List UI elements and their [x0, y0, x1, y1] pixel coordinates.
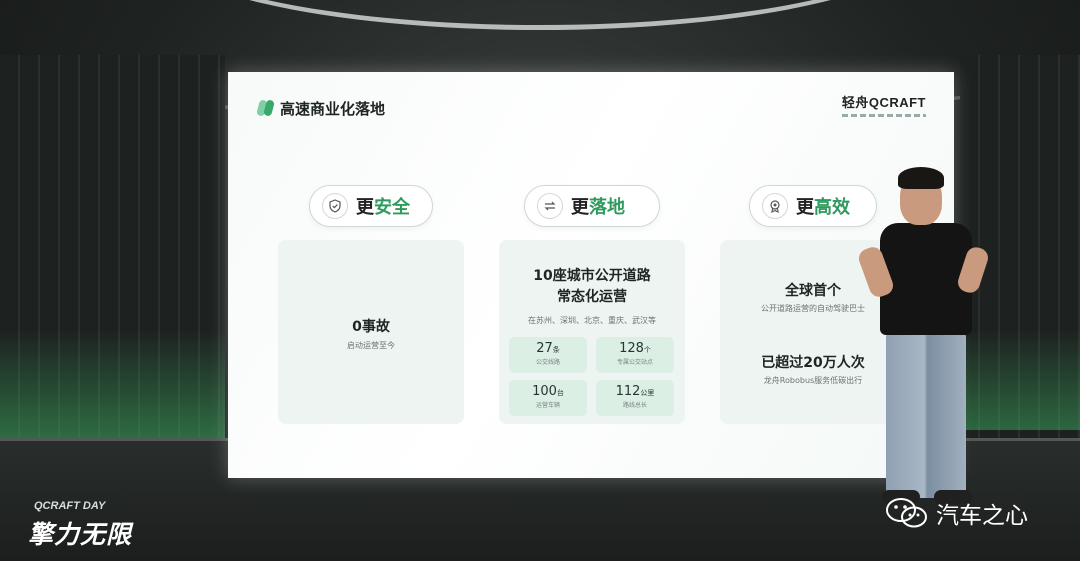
- watermark: 汽车之心: [884, 496, 1028, 530]
- stat-value: 128个: [619, 341, 651, 356]
- stat-value: 100台: [532, 384, 564, 399]
- stat-caption: 公交线路: [535, 359, 560, 366]
- watermark-text: 汽车之心: [936, 503, 1028, 529]
- safety-headline: 0事故: [352, 319, 390, 335]
- medal-icon: [762, 193, 788, 219]
- safety-subtext: 启动运营至今: [347, 341, 395, 350]
- landing-cities: 在苏州、深圳、北京、重庆、武汉等: [528, 316, 656, 325]
- presenter-legs: [886, 333, 966, 498]
- stat-vehicles: 100台 运营车辆: [509, 380, 587, 416]
- landing-headline-2: 常态化运营: [557, 289, 627, 305]
- brand-logo: 轻舟QCRAFT: [842, 92, 926, 117]
- presenter-hair: [898, 167, 944, 189]
- slide-title: 高速商业化落地: [280, 100, 386, 118]
- green-glow-left: [0, 330, 225, 440]
- stat-stations: 128个 专属公交站点: [596, 337, 674, 373]
- pill-efficient: 更高效: [749, 185, 877, 227]
- pill-landing: 更落地: [524, 185, 660, 227]
- event-title: 擎力无限: [28, 520, 133, 549]
- wechat-icon: [886, 498, 927, 528]
- event-subtitle: QCRAFT DAY: [34, 500, 106, 512]
- pill-label: 更高效: [796, 197, 850, 218]
- stat-caption: 运营车辆: [535, 402, 560, 409]
- stat-caption: 专属公交站点: [616, 359, 653, 366]
- presenter: [856, 165, 992, 510]
- landing-headline-1: 10座城市公开道路: [533, 268, 651, 284]
- stat-route-length: 112公里 路线总长: [596, 380, 674, 416]
- presentation-screen: 高速商业化落地 轻舟QCRAFT 更安全 更落地 更高效 0事故 启动运营至今 …: [228, 72, 954, 478]
- brand-tagline-mark: [842, 114, 926, 117]
- stat-caption: 路线总长: [622, 402, 647, 409]
- stat-bus-lines: 27条 公交线路: [509, 337, 587, 373]
- pill-label: 更落地: [571, 197, 625, 218]
- card-landing: 10座城市公开道路 常态化运营 在苏州、深圳、北京、重庆、武汉等 27条 公交线…: [499, 240, 685, 424]
- stat-value: 112公里: [615, 384, 655, 399]
- pill-label: 更安全: [356, 197, 410, 218]
- pill-safer: 更安全: [309, 185, 433, 227]
- route-icon: [537, 193, 563, 219]
- shield-icon: [322, 193, 348, 219]
- leaf-logo-icon: [257, 100, 275, 116]
- card-safety: 0事故 启动运营至今: [278, 240, 464, 424]
- stat-value: 27条: [536, 341, 560, 356]
- brand-name: 轻舟QCRAFT: [841, 95, 926, 110]
